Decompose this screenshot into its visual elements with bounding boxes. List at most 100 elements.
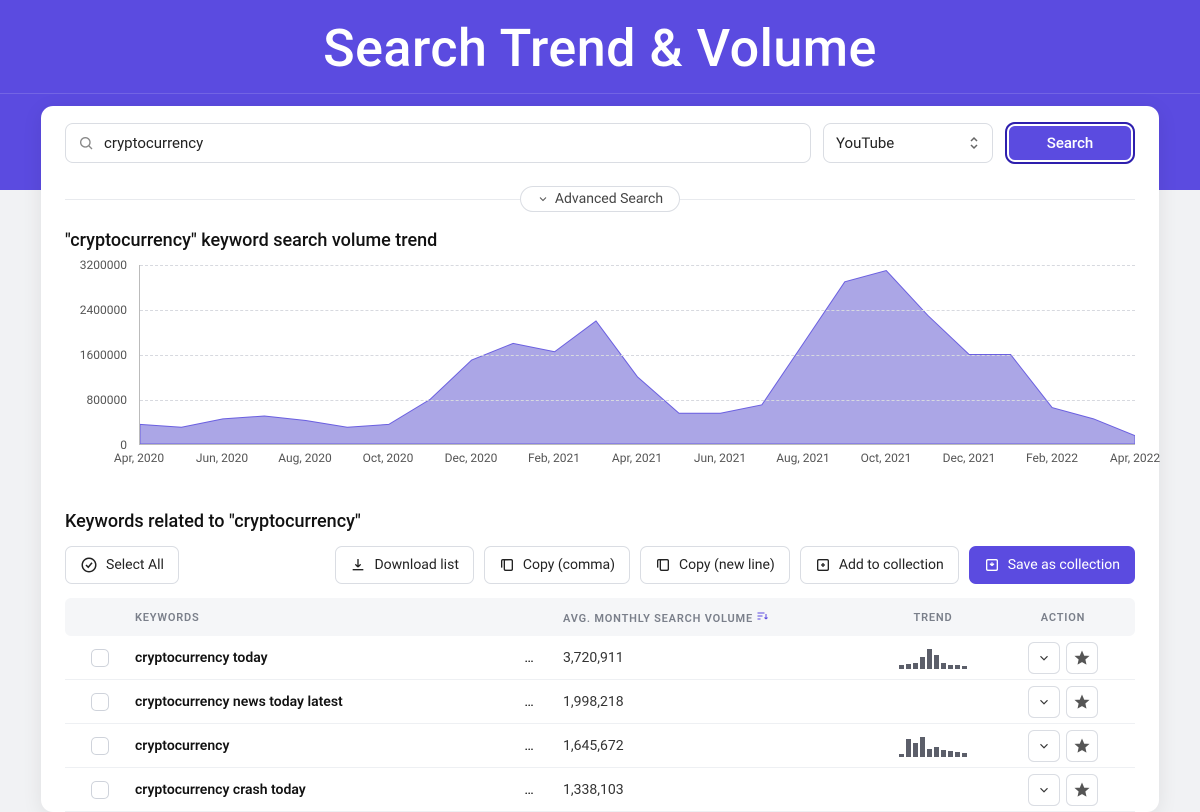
x-tick-label: Dec, 2020 [445, 451, 498, 465]
row-checkbox[interactable] [91, 781, 109, 799]
row-checkbox[interactable] [91, 693, 109, 711]
favorite-row-button[interactable] [1066, 774, 1098, 806]
keywords-table: KEYWORDS AVG. MONTHLY SEARCH VOLUME TREN… [65, 598, 1135, 812]
search-button[interactable]: Search [1005, 122, 1135, 164]
star-icon [1074, 650, 1090, 666]
select-all-label: Select All [106, 557, 164, 573]
save-as-collection-button[interactable]: Save as collection [969, 546, 1135, 584]
column-keywords[interactable]: KEYWORDS [123, 611, 515, 624]
column-volume[interactable]: AVG. MONTHLY SEARCH VOLUME [543, 610, 863, 625]
keywords-toolbar: Select All Download list Copy (comma) Co… [65, 546, 1135, 584]
volume-cell: 1,338,103 [543, 782, 863, 798]
chart-title: "cryptocurrency" keyword search volume t… [65, 230, 1135, 251]
expand-row-button[interactable] [1028, 730, 1060, 762]
x-tick-label: Aug, 2020 [278, 451, 331, 465]
keyword-cell: cryptocurrency crash today [123, 782, 515, 798]
add-to-collection-button[interactable]: Add to collection [800, 546, 959, 584]
advanced-search-row: Advanced Search [65, 186, 1135, 212]
trend-cell [863, 735, 1003, 757]
x-tick-label: Oct, 2020 [363, 451, 414, 465]
page-title: Search Trend & Volume [0, 0, 1200, 79]
y-tick-label: 3200000 [80, 258, 127, 272]
row-more-icon[interactable]: … [515, 694, 543, 710]
chevron-down-icon [537, 193, 549, 205]
expand-row-button[interactable] [1028, 642, 1060, 674]
x-tick-label: Apr, 2022 [1110, 451, 1160, 465]
clipboard-icon [499, 557, 515, 573]
x-tick-label: Apr, 2020 [114, 451, 164, 465]
x-tick-label: Feb, 2022 [1026, 451, 1078, 465]
x-tick-label: Jun, 2021 [694, 451, 746, 465]
row-more-icon[interactable]: … [515, 738, 543, 754]
chevron-down-icon [1037, 651, 1051, 665]
expand-row-button[interactable] [1028, 774, 1060, 806]
column-trend[interactable]: TREND [863, 611, 1003, 624]
save-collection-icon [984, 557, 1000, 573]
related-keywords-title: Keywords related to "cryptocurrency" [65, 511, 1135, 532]
copy-newline-label: Copy (new line) [679, 557, 775, 573]
row-more-icon[interactable]: … [515, 650, 543, 666]
download-list-button[interactable]: Download list [335, 546, 473, 584]
keyword-cell: cryptocurrency [123, 738, 515, 754]
main-card: YouTube Search Advanced Search "cryptocu… [41, 106, 1159, 812]
table-row: cryptocurrency today…3,720,911 [65, 636, 1135, 680]
search-input[interactable] [104, 134, 798, 152]
volume-cell: 3,720,911 [543, 650, 863, 666]
row-checkbox[interactable] [91, 737, 109, 755]
y-tick-label: 1600000 [80, 348, 127, 362]
favorite-row-button[interactable] [1066, 730, 1098, 762]
source-select[interactable]: YouTube [823, 123, 993, 163]
check-circle-icon [80, 556, 98, 574]
star-icon [1074, 694, 1090, 710]
volume-cell: 1,998,218 [543, 694, 863, 710]
save-as-collection-label: Save as collection [1008, 557, 1120, 573]
trend-sparkline [863, 735, 1003, 757]
trend-sparkline [863, 647, 1003, 669]
volume-trend-chart: 0800000160000024000003200000 Apr, 2020Ju… [65, 265, 1135, 495]
advanced-search-label: Advanced Search [555, 191, 663, 207]
copy-newline-button[interactable]: Copy (new line) [640, 546, 790, 584]
row-more-icon[interactable]: … [515, 782, 543, 798]
star-icon [1074, 782, 1090, 798]
favorite-row-button[interactable] [1066, 642, 1098, 674]
keyword-cell: cryptocurrency news today latest [123, 694, 515, 710]
download-list-label: Download list [374, 557, 458, 573]
search-icon [78, 135, 94, 151]
x-tick-label: Dec, 2021 [943, 451, 996, 465]
add-to-collection-label: Add to collection [839, 557, 944, 573]
expand-row-button[interactable] [1028, 686, 1060, 718]
copy-comma-button[interactable]: Copy (comma) [484, 546, 630, 584]
chevron-down-icon [1037, 695, 1051, 709]
x-tick-label: Feb, 2021 [528, 451, 580, 465]
download-icon [350, 557, 366, 573]
select-all-button[interactable]: Select All [65, 546, 179, 584]
star-icon [1074, 738, 1090, 754]
table-row: cryptocurrency…1,645,672 [65, 724, 1135, 768]
source-select-value: YouTube [836, 134, 894, 152]
x-tick-label: Oct, 2021 [861, 451, 912, 465]
trend-cell [863, 647, 1003, 669]
row-checkbox[interactable] [91, 649, 109, 667]
volume-cell: 1,645,672 [543, 738, 863, 754]
sort-desc-icon [755, 612, 769, 625]
table-row: cryptocurrency crash today…1,338,103 [65, 768, 1135, 812]
search-row: YouTube Search [65, 122, 1135, 164]
search-input-wrap[interactable] [65, 123, 811, 163]
y-tick-label: 0 [120, 438, 127, 452]
clipboard-icon [655, 557, 671, 573]
add-collection-icon [815, 557, 831, 573]
select-stepper-icon [968, 135, 980, 151]
chevron-down-icon [1037, 739, 1051, 753]
y-tick-label: 2400000 [80, 303, 127, 317]
copy-comma-label: Copy (comma) [523, 557, 615, 573]
favorite-row-button[interactable] [1066, 686, 1098, 718]
x-tick-label: Apr, 2021 [612, 451, 662, 465]
advanced-search-toggle[interactable]: Advanced Search [520, 186, 680, 212]
x-tick-label: Aug, 2021 [776, 451, 829, 465]
x-tick-label: Jun, 2020 [196, 451, 248, 465]
area-series [140, 271, 1135, 444]
table-row: cryptocurrency news today latest…1,998,2… [65, 680, 1135, 724]
column-action: ACTION [1003, 611, 1123, 624]
chevron-down-icon [1037, 783, 1051, 797]
keyword-cell: cryptocurrency today [123, 650, 515, 666]
